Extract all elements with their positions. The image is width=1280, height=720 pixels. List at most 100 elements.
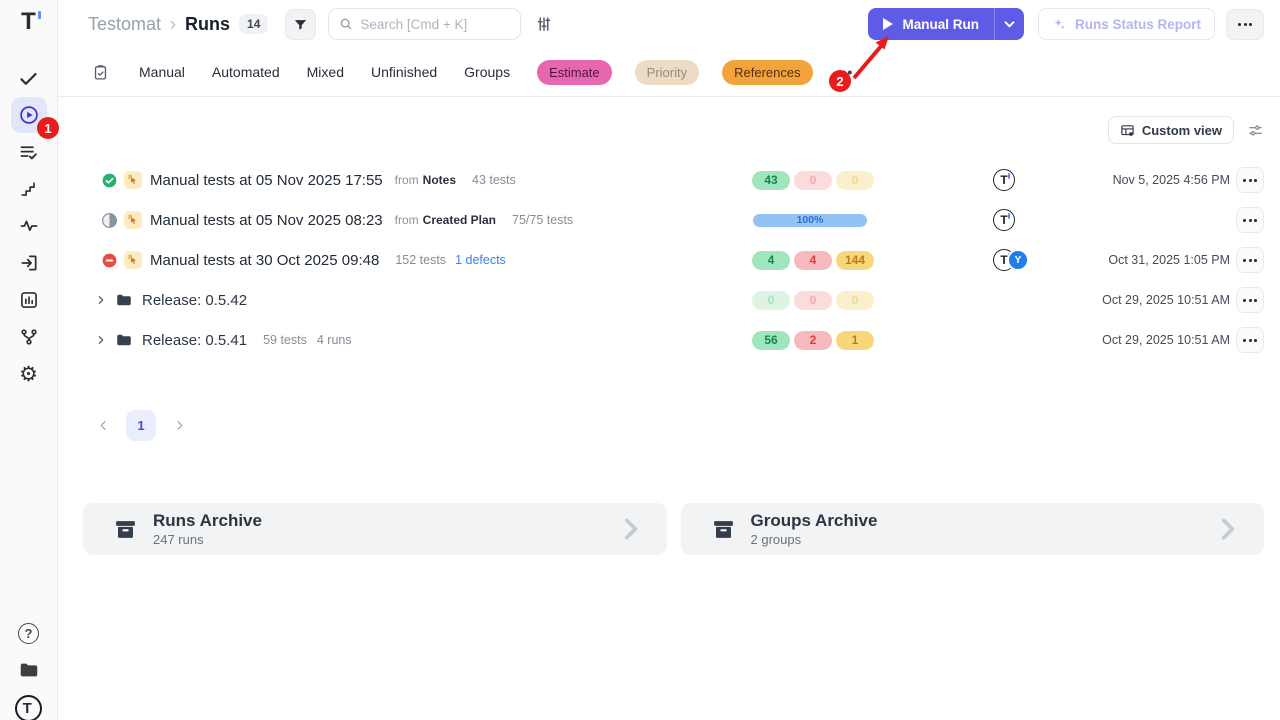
row-more-button[interactable] xyxy=(1236,207,1264,233)
avatar: Y xyxy=(1007,249,1029,271)
sidebar-nav: ⚙ xyxy=(11,60,47,393)
filter-button[interactable] xyxy=(285,9,316,40)
group-title[interactable]: Release: 0.5.42 xyxy=(142,292,247,309)
top-bar: Testomat › Runs 14 Manual Run xyxy=(58,0,1280,48)
next-page-icon[interactable] xyxy=(170,417,188,435)
app-logo[interactable]: T xyxy=(21,10,36,34)
group-row[interactable]: Release: 0.5.41 59 tests 4 runs 56 2 1 O… xyxy=(58,320,1280,360)
expand-chevron-icon[interactable] xyxy=(96,295,106,305)
runs-status-report-button[interactable]: Runs Status Report xyxy=(1038,8,1215,40)
archive-box-icon xyxy=(711,517,736,542)
table-settings-icon xyxy=(1120,123,1135,138)
group-runs-count: 4 runs xyxy=(317,333,352,347)
run-title[interactable]: Manual tests at 05 Nov 2025 17:55 xyxy=(150,172,383,189)
more-icon xyxy=(1243,179,1257,182)
search-icon xyxy=(339,17,353,31)
clipboard-check-icon[interactable] xyxy=(92,64,109,81)
pill-estimate[interactable]: Estimate xyxy=(537,60,612,85)
breadcrumb-page-title: Runs xyxy=(185,14,230,35)
status-failed-icon xyxy=(102,253,117,268)
run-defects-link[interactable]: 1 defects xyxy=(455,253,506,267)
pill-references[interactable]: References xyxy=(722,60,812,85)
manual-run-type-icon xyxy=(124,211,142,229)
result-badges: 4 4 144 xyxy=(752,251,874,270)
tab-mixed[interactable]: Mixed xyxy=(307,64,344,80)
group-row[interactable]: Release: 0.5.42 0 0 0 Oct 29, 2025 10:51… xyxy=(58,280,1280,320)
chevron-right-icon xyxy=(1214,514,1240,544)
search-box[interactable] xyxy=(328,8,521,40)
run-row[interactable]: Manual tests at 30 Oct 2025 09:48 152 te… xyxy=(58,240,1280,280)
skipped-badge: 0 xyxy=(836,171,874,190)
passed-badge: 4 xyxy=(752,251,790,270)
workspace-avatar[interactable]: T xyxy=(15,695,42,720)
view-settings-icon[interactable] xyxy=(1247,122,1264,139)
run-title[interactable]: Manual tests at 05 Nov 2025 08:23 xyxy=(150,212,383,229)
bar-chart-icon xyxy=(19,290,39,310)
run-date: Nov 5, 2025 4:56 PM xyxy=(1113,173,1230,187)
check-icon xyxy=(18,68,39,89)
groups-archive-card[interactable]: Groups Archive 2 groups xyxy=(681,503,1265,555)
row-more-button[interactable] xyxy=(1236,247,1264,273)
search-settings-icon[interactable] xyxy=(535,15,553,33)
runs-archive-card[interactable]: Runs Archive 247 runs xyxy=(83,503,667,555)
skipped-badge: 0 xyxy=(836,291,874,310)
custom-view-button[interactable]: Custom view xyxy=(1108,116,1234,144)
header-more-button[interactable] xyxy=(1226,9,1264,40)
run-tests-count: 152 tests xyxy=(395,253,446,267)
pill-priority[interactable]: Priority xyxy=(635,60,699,85)
group-title[interactable]: Release: 0.5.41 xyxy=(142,332,247,349)
manual-run-type-icon xyxy=(124,171,142,189)
breadcrumb-project[interactable]: Testomat xyxy=(88,14,161,35)
row-more-button[interactable] xyxy=(1236,167,1264,193)
run-row[interactable]: Manual tests at 05 Nov 2025 17:55 from N… xyxy=(58,160,1280,200)
annotation-step-1: 1 xyxy=(37,117,59,139)
tab-manual[interactable]: Manual xyxy=(139,64,185,80)
avatar: T xyxy=(993,169,1015,191)
pagination: 1 xyxy=(94,410,1280,441)
tab-automated[interactable]: Automated xyxy=(212,64,280,80)
page-number-button[interactable]: 1 xyxy=(126,410,156,441)
sidebar-item-analytics[interactable] xyxy=(11,282,47,318)
folder-icon xyxy=(115,291,133,309)
row-more-button[interactable] xyxy=(1236,327,1264,353)
annotation-step-2: 2 xyxy=(829,70,851,92)
passed-badge: 43 xyxy=(752,171,790,190)
projects-folder-icon[interactable] xyxy=(18,659,40,681)
play-circle-icon xyxy=(18,104,40,126)
sidebar-item-tests[interactable] xyxy=(11,60,47,96)
row-more-button[interactable] xyxy=(1236,287,1264,313)
expand-chevron-icon[interactable] xyxy=(96,335,106,345)
tab-bar: Manual Automated Mixed Unfinished Groups… xyxy=(58,48,1280,97)
manual-run-label: Manual Run xyxy=(902,17,979,32)
tab-groups[interactable]: Groups xyxy=(464,64,510,80)
git-branch-icon xyxy=(19,327,39,347)
run-date: Oct 29, 2025 10:51 AM xyxy=(1102,293,1230,307)
sidebar-item-branches[interactable] xyxy=(11,319,47,355)
run-row[interactable]: Manual tests at 05 Nov 2025 08:23 from C… xyxy=(58,200,1280,240)
sidebar-item-activity[interactable] xyxy=(11,208,47,244)
breadcrumb-separator-icon: › xyxy=(170,14,176,35)
result-badges: 0 0 0 xyxy=(752,291,874,310)
prev-page-icon[interactable] xyxy=(94,417,112,435)
tab-unfinished[interactable]: Unfinished xyxy=(371,64,437,80)
more-icon xyxy=(1243,219,1257,222)
status-passed-icon xyxy=(102,173,117,188)
funnel-icon xyxy=(293,17,308,32)
help-icon[interactable]: ? xyxy=(18,623,39,644)
runs-status-report-label: Runs Status Report xyxy=(1075,17,1201,32)
sidebar-item-settings[interactable]: ⚙ xyxy=(11,356,47,392)
sidebar-item-milestones[interactable] xyxy=(11,171,47,207)
failed-badge: 0 xyxy=(794,291,832,310)
assignee-avatars: T xyxy=(993,169,1015,191)
run-date: Oct 29, 2025 10:51 AM xyxy=(1102,333,1230,347)
manual-run-type-icon xyxy=(124,251,142,269)
more-icon xyxy=(1243,339,1257,342)
sparkles-icon xyxy=(1052,17,1067,32)
sidebar-item-plans[interactable] xyxy=(11,134,47,170)
pulse-icon xyxy=(19,216,39,236)
run-title[interactable]: Manual tests at 30 Oct 2025 09:48 xyxy=(150,252,379,269)
search-input[interactable] xyxy=(360,17,500,32)
sidebar-item-import[interactable] xyxy=(11,245,47,281)
gear-icon: ⚙ xyxy=(19,364,38,385)
manual-run-dropdown-button[interactable] xyxy=(994,8,1024,40)
